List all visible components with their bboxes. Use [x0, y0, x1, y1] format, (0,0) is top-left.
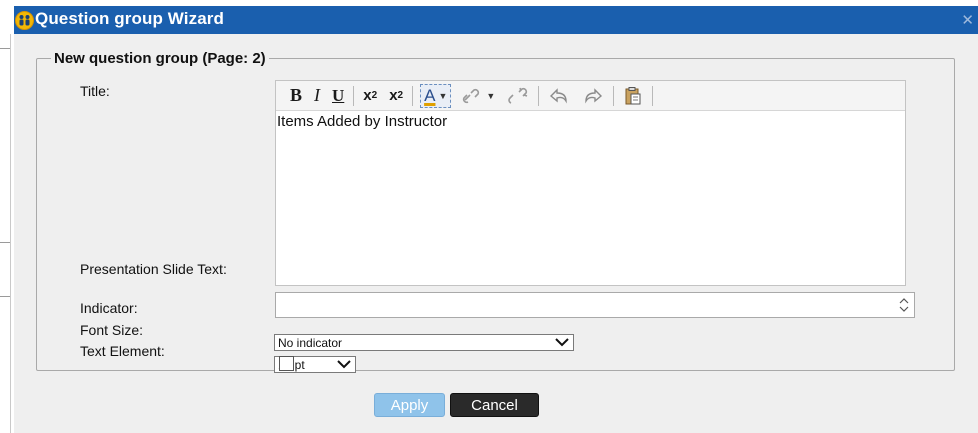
- chevron-down-icon: [337, 360, 351, 369]
- chevron-down-icon[interactable]: ▼: [486, 91, 495, 101]
- dialog-body: New question group (Page: 2) Title: B I …: [14, 34, 978, 433]
- toolbar-separator: [538, 85, 540, 106]
- subscript-mark: 2: [371, 90, 378, 101]
- superscript-base: x: [389, 87, 398, 104]
- bold-button[interactable]: B: [290, 85, 302, 107]
- close-icon[interactable]: ✕: [961, 11, 974, 29]
- title-label: Title:: [80, 83, 110, 99]
- cancel-button[interactable]: Cancel: [450, 393, 539, 417]
- presentation-slide-text-input[interactable]: [275, 292, 915, 318]
- font-size-label: Font Size:: [80, 322, 144, 338]
- paste-icon[interactable]: [623, 85, 643, 107]
- text-element-checkbox[interactable]: [279, 356, 294, 371]
- toolbar-separator: [652, 85, 654, 106]
- background-page-tick: [0, 242, 10, 243]
- superscript-mark: 2: [397, 90, 404, 101]
- presentation-slide-text-label: Presentation Slide Text:: [80, 261, 227, 277]
- subscript-base: x: [363, 87, 372, 104]
- toolbar-separator: [613, 85, 615, 106]
- people-logo-icon: [15, 11, 34, 30]
- screen: Question group Wizard ✕ New question gro…: [0, 0, 978, 433]
- redo-icon[interactable]: [582, 85, 604, 107]
- dialog-titlebar[interactable]: Question group Wizard ✕: [14, 6, 978, 34]
- toolbar-separator: [353, 85, 355, 106]
- link-icon[interactable]: ▼: [461, 85, 495, 107]
- chevron-down-icon: [555, 338, 569, 347]
- subscript-button[interactable]: x2: [363, 85, 377, 107]
- indicator-select[interactable]: No indicator: [274, 334, 574, 351]
- underline-button[interactable]: U: [332, 85, 344, 107]
- title-rich-text-editor[interactable]: B I U x2 x2 A ▼ ▼ Items Added by Instruc…: [275, 80, 906, 286]
- indicator-label: Indicator:: [80, 300, 138, 316]
- indicator-value: No indicator: [278, 335, 343, 350]
- superscript-button[interactable]: x2: [389, 85, 403, 107]
- dialog-title: Question group Wizard: [35, 9, 224, 28]
- chevron-down-icon[interactable]: ▼: [438, 91, 447, 101]
- undo-icon[interactable]: [548, 85, 570, 107]
- font-color-icon: A: [424, 85, 436, 105]
- font-color-button[interactable]: A ▼: [420, 83, 452, 108]
- background-page-edge: [10, 34, 11, 433]
- background-page-tick: [0, 48, 10, 49]
- editor-toolbar: B I U x2 x2 A ▼ ▼: [276, 81, 905, 111]
- group-legend: New question group (Page: 2): [54, 50, 266, 67]
- italic-button[interactable]: I: [314, 85, 320, 107]
- text-element-label: Text Element:: [80, 343, 165, 359]
- editor-content[interactable]: Items Added by Instructor: [276, 111, 905, 130]
- unlink-icon[interactable]: [507, 85, 529, 107]
- toolbar-separator: [412, 85, 414, 106]
- spinner-icon[interactable]: [897, 293, 911, 317]
- apply-button[interactable]: Apply: [374, 393, 445, 417]
- background-page-tick: [0, 296, 10, 297]
